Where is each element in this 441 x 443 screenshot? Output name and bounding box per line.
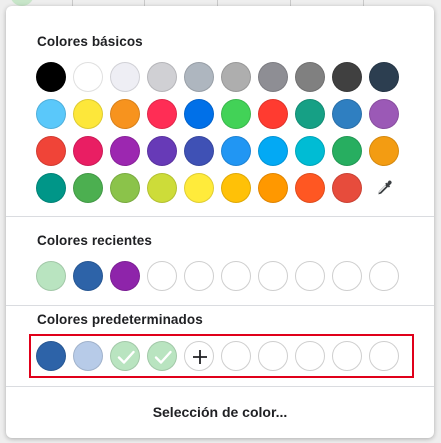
basic-color-swatch[interactable] [184,62,214,92]
divider [6,305,434,306]
basic-color-swatch[interactable] [184,99,214,129]
basic-color-swatch[interactable] [258,62,288,92]
basic-color-swatch[interactable] [332,173,362,203]
empty-recent-slot[interactable] [221,261,251,291]
basic-color-swatch[interactable] [332,136,362,166]
color-selection-button[interactable]: Selección de color... [6,396,434,428]
empty-recent-slot[interactable] [369,261,399,291]
basic-color-swatch[interactable] [221,62,251,92]
basic-color-swatch[interactable] [73,99,103,129]
basic-color-swatch[interactable] [110,136,140,166]
eyedropper-glyph [378,180,392,195]
color-picker-panel: Colores básicos Colores recientes Colore… [6,6,434,438]
basic-colors-title: Colores básicos [37,34,143,49]
basic-color-swatch[interactable] [36,173,66,203]
eyedropper-icon[interactable] [369,173,399,203]
basic-color-swatch[interactable] [73,62,103,92]
basic-color-swatch[interactable] [184,173,214,203]
recent-color-swatch[interactable] [73,261,103,291]
empty-recent-slot[interactable] [332,261,362,291]
recent-color-swatch[interactable] [36,261,66,291]
recent-color-swatch[interactable] [110,261,140,291]
basic-color-swatch[interactable] [147,173,177,203]
basic-color-swatch[interactable] [147,136,177,166]
basic-color-swatch[interactable] [73,173,103,203]
recent-colors-title: Colores recientes [37,233,152,248]
basic-color-swatch[interactable] [369,99,399,129]
basic-color-swatch[interactable] [258,99,288,129]
empty-recent-slot[interactable] [295,261,325,291]
basic-color-swatch[interactable] [221,173,251,203]
basic-color-swatch[interactable] [110,62,140,92]
basic-color-swatch[interactable] [110,99,140,129]
basic-color-swatch[interactable] [147,99,177,129]
empty-recent-slot[interactable] [147,261,177,291]
basic-color-swatch[interactable] [221,99,251,129]
basic-color-swatch[interactable] [221,136,251,166]
divider [6,386,434,387]
basic-color-swatch[interactable] [73,136,103,166]
basic-color-swatch[interactable] [295,99,325,129]
empty-recent-slot[interactable] [258,261,288,291]
basic-color-swatch[interactable] [184,136,214,166]
basic-color-swatch[interactable] [369,62,399,92]
basic-color-swatch[interactable] [258,173,288,203]
basic-color-swatch[interactable] [332,62,362,92]
default-colors-highlight [29,334,414,378]
default-colors-title: Colores predeterminados [37,312,203,327]
basic-color-swatch[interactable] [295,62,325,92]
basic-color-swatch[interactable] [369,136,399,166]
basic-color-swatch[interactable] [332,99,362,129]
basic-color-swatch[interactable] [110,173,140,203]
basic-color-swatch[interactable] [147,62,177,92]
basic-color-swatch[interactable] [295,136,325,166]
empty-recent-slot[interactable] [184,261,214,291]
basic-color-swatch[interactable] [258,136,288,166]
basic-color-swatch[interactable] [295,173,325,203]
basic-color-swatch[interactable] [36,99,66,129]
basic-color-swatch[interactable] [36,136,66,166]
divider [6,216,434,217]
basic-color-swatch[interactable] [36,62,66,92]
